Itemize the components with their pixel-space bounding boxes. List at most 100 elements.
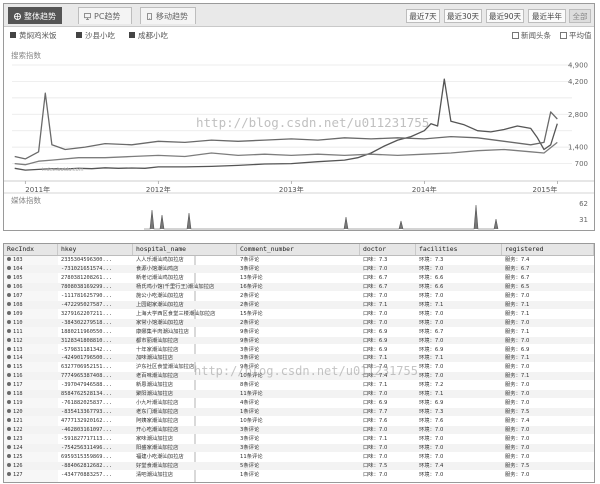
table-row[interactable]: 110 -384302279518... 家常小馆潮汕加拉店 2条评论 口味：7.0 环境… <box>4 318 594 327</box>
news-headline-checkbox[interactable]: 新闻头条 <box>512 31 551 41</box>
table-cell: 十年家潮汕加拉店 <box>136 346 179 353</box>
table-row[interactable]: 103 2335304596300... 人人乐潮汕鸡加拉店 7条评论 口味：7.3 环境… <box>4 256 594 264</box>
checkbox-box[interactable] <box>512 32 519 39</box>
table-row[interactable]: 106 7808038169299... 杨氏鸡小馆(千里行王)潮汕加拉店 16条评论… <box>4 282 594 291</box>
table-cell: 117 <box>4 381 58 389</box>
row-marker-icon <box>7 301 11 306</box>
table-row[interactable]: 105 2780381208261... 新老记潮汕鸡加拉店 13条评论 口味：6.7 环… <box>4 274 594 282</box>
row-marker-icon <box>7 328 11 333</box>
table-cell: 口味：7.0 <box>363 391 388 398</box>
legend-item-huangmenji[interactable]: 黄焖鸡米饭 <box>10 31 57 41</box>
row-index: 127 <box>13 471 23 478</box>
checkbox-box[interactable] <box>560 32 567 39</box>
table-row[interactable]: 104 -731021651574... 食源小馆潮汕鸡店 3条评论 口味：7.0 环境：… <box>4 264 594 273</box>
keyword-legend: 黄焖鸡米饭 沙县小吃 成都小吃 新闻头条 平均值 <box>4 27 594 45</box>
table-cell: 125 <box>4 453 58 461</box>
tab-pc-trend[interactable]: PC趋势 <box>78 7 132 24</box>
table-row[interactable]: 125 6959315359869... 福建小吃潮汕加拉店 11条评论 口味：7.0 环… <box>4 453 594 461</box>
table-cell: 环境：7.1 <box>419 355 444 362</box>
table-cell: 107 <box>4 292 58 300</box>
tab-mobile-trend[interactable]: 移动趋势 <box>140 7 196 24</box>
tab-overall-trend[interactable]: 整体趋势 <box>8 7 62 24</box>
table-cell: 16条评论 <box>240 283 263 290</box>
range-7-days-button[interactable]: 最近7天 <box>406 9 440 23</box>
table-row[interactable]: 120 -835413367793... 老东门潮汕加拉店 1条评论 口味：7.7 环境：… <box>4 408 594 417</box>
table-row[interactable]: 117 -397047946588... 新恩潮汕加拉店 8条评论 口味：7.1 环境：7… <box>4 381 594 389</box>
table-cell: 122 <box>4 426 58 434</box>
table-row[interactable]: 112 3128341808810... 都市丽潮汕加拉店 9条评论 口味：6.9 环境：… <box>4 336 594 345</box>
table-cell: 人人乐潮汕鸡加拉店 <box>136 257 184 263</box>
table-cell: 开心吃潮汕加拉店 <box>136 427 179 434</box>
average-checkbox[interactable]: 平均值 <box>560 31 592 41</box>
row-marker-icon <box>7 355 11 360</box>
row-index: 103 <box>13 257 23 263</box>
table-cell: 环境：7.3 <box>419 409 444 416</box>
table-cell: 环境：7.0 <box>419 453 444 460</box>
table-cell: 9条评论 <box>240 328 260 335</box>
table-row[interactable]: 108 -472295027587... 上园甜家潮汕加拉店 2条评论 口味：7.1 环境… <box>4 300 594 309</box>
range-30-days-button[interactable]: 最近30天 <box>444 9 482 23</box>
table-cell: 113 <box>4 346 58 354</box>
table-cell: 口味：7.0 <box>363 265 388 272</box>
table-row[interactable]: 124 -754256311496... 阳盛家潮汕加拉店 3条评论 口味：7.0 环境：… <box>4 443 594 452</box>
table-cell: 环境：7.0 <box>419 471 444 478</box>
table-cell: 9条评论 <box>240 337 260 344</box>
column-header[interactable]: Comment_number <box>237 244 360 255</box>
table-cell: 服务：7.0 <box>505 391 530 398</box>
table-row[interactable]: 121 4777132920162... 阿姨家潮汕加拉店 10条评论 口味：7.6 环境… <box>4 417 594 425</box>
column-header[interactable]: facilities <box>416 244 502 255</box>
row-marker-icon <box>7 265 11 270</box>
table-row[interactable]: 118 8584762528134... 聚阳潮汕加拉店 11条评论 口味：7.0 环境：… <box>4 390 594 399</box>
table-cell: 环境：7.1 <box>419 391 444 398</box>
table-cell: -111781625790... <box>61 292 113 299</box>
column-header[interactable]: registered <box>502 244 594 255</box>
column-header[interactable]: RecIndx <box>4 244 58 255</box>
table-cell: 口味：6.9 <box>363 337 388 344</box>
row-index: 110 <box>13 319 23 326</box>
column-header[interactable]: hkey <box>58 244 133 255</box>
table-cell: -434770883257... <box>61 471 113 478</box>
table-row[interactable]: 113 -579831181342... 十年家潮汕加拉店 3条评论 口味：6.9 环境：… <box>4 346 594 354</box>
table-cell: 环境：7.3 <box>419 257 444 263</box>
table-row[interactable]: 107 -111781625790... 施公小吃潮汕加拉店 2条评论 口味：7.0 环境… <box>4 292 594 300</box>
table-cell: 11条评论 <box>240 453 263 460</box>
table-row[interactable]: 126 -884062812682... 好堂食潮汕加拉店 5条评论 口味：7.5 环境：… <box>4 461 594 470</box>
column-header[interactable]: hospital_name <box>133 244 237 255</box>
table-row[interactable]: 127 -434770883257... 清吧潮汕加拉店 1条评论 口味：7.0 环境：7… <box>4 471 594 479</box>
table-cell: 116 <box>4 372 58 380</box>
table-cell: -884062812682... <box>61 462 113 469</box>
table-row[interactable]: 114 -424901796500... 加味潮汕加拉店 3条评论 口味：7.1 环境：7… <box>4 354 594 363</box>
table-cell: 106 <box>4 283 58 291</box>
table-row[interactable]: 109 3279162207211... 上海大学西区食堂三楼潮汕加拉店 15条评论 口… <box>4 310 594 318</box>
table-cell: 新老记潮汕鸡加拉店 <box>136 274 184 281</box>
table-cell: -754256311496... <box>61 444 113 451</box>
table-cell: -579831181342... <box>61 346 113 353</box>
row-marker-icon <box>7 319 11 324</box>
table-row[interactable]: 111 1880211960550... 康娜集半肉潮汕加拉店 9条评论 口味：6.9 环… <box>4 328 594 336</box>
table-cell: 120 <box>4 408 58 416</box>
table-cell: 康娜集半肉潮汕加拉店 <box>136 328 189 335</box>
table-cell: 3279162207211... <box>61 310 113 317</box>
range-90-days-button[interactable]: 最近90天 <box>486 9 524 23</box>
checkbox-label: 平均值 <box>569 31 592 40</box>
table-row[interactable]: 119 -761882025837... 小九叶潮汕加拉店 4条评论 口味：6.9 环境：… <box>4 399 594 407</box>
table-cell: 环境：7.0 <box>419 265 444 272</box>
row-marker-icon <box>7 337 11 342</box>
range-all-button[interactable]: 全部 <box>569 9 591 23</box>
table-cell: 服务：6.7 <box>505 274 530 281</box>
table-cell: 1条评论 <box>240 409 260 416</box>
row-marker-icon <box>7 400 11 405</box>
table-row[interactable]: 123 -591827717113... 家味潮汕加拉店 3条评论 口味：7.1 环境：7… <box>4 435 594 443</box>
row-marker-icon <box>7 436 11 440</box>
row-index: 107 <box>13 292 23 299</box>
legend-item-shaxian[interactable]: 沙县小吃 <box>76 31 115 41</box>
column-header[interactable]: doctor <box>360 244 416 255</box>
table-cell: 5条评论 <box>240 462 260 469</box>
row-index: 105 <box>13 274 23 281</box>
legend-item-chengdu[interactable]: 成都小吃 <box>129 31 168 41</box>
table-row[interactable]: 122 -462803161097... 开心吃潮汕加拉店 3条评论 口味：7.0 环境：… <box>4 426 594 434</box>
table-cell: 环境：7.0 <box>419 427 444 434</box>
range-half-year-button[interactable]: 最近半年 <box>528 9 566 23</box>
row-index: 122 <box>13 427 23 434</box>
table-cell: 口味：7.0 <box>363 319 388 326</box>
